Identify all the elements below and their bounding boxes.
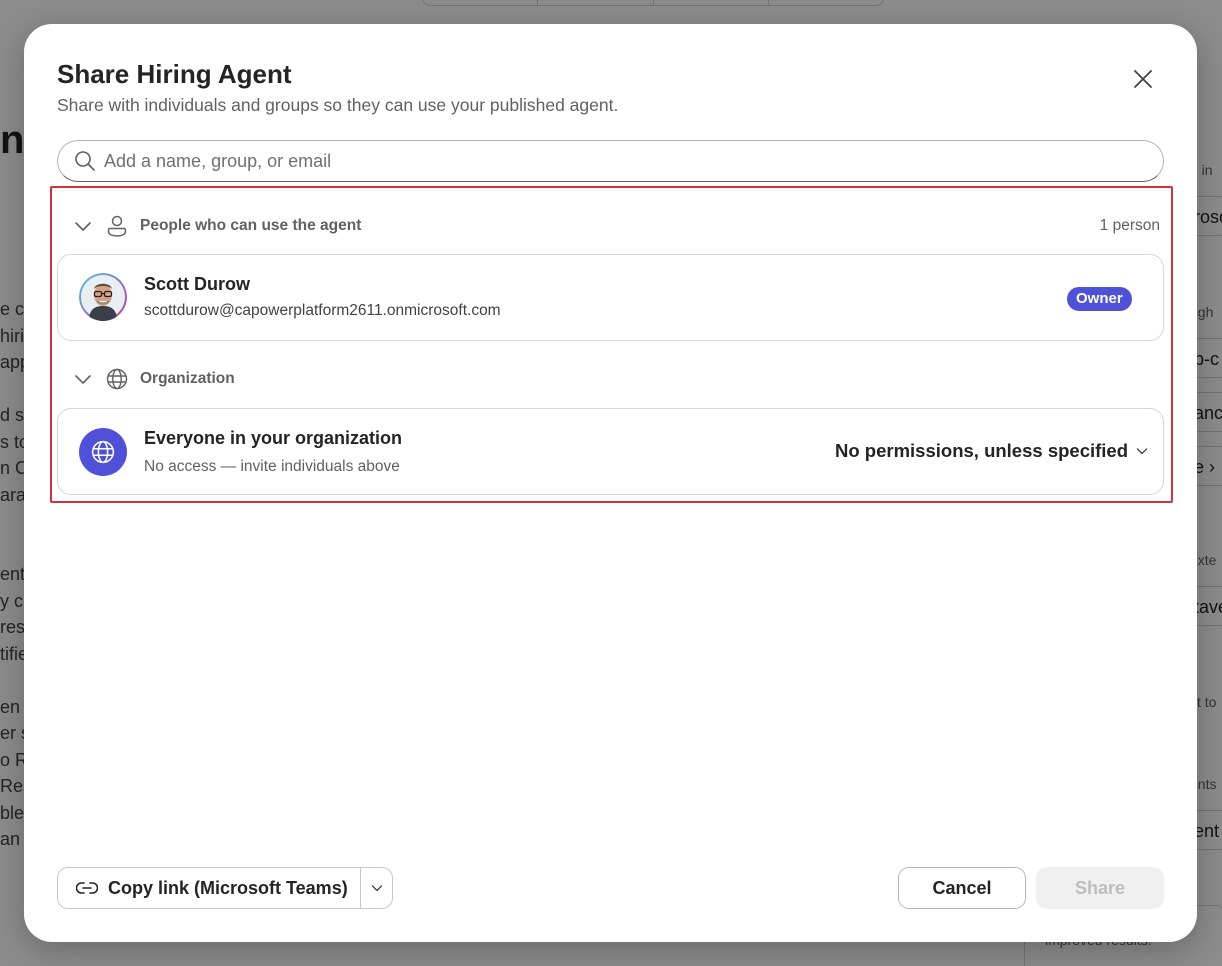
dialog-subtitle: Share with individuals and groups so the… [57,95,619,115]
user-email: scottdurow@capowerplatform2611.onmicroso… [144,302,501,319]
search-field[interactable] [57,140,1164,182]
organization-name: Everyone in your organization [144,428,403,448]
chevron-down-icon [371,885,382,892]
share-dialog: Share Hiring Agent Share with individual… [24,24,1197,942]
dialog-title: Share Hiring Agent [57,59,292,89]
copy-link-split-button: Copy link (Microsoft Teams) [57,867,393,909]
link-icon [76,882,98,894]
globe-icon [106,368,128,390]
people-count: 1 person [1099,217,1160,234]
organization-section-header: Organization [72,367,1160,391]
close-button[interactable] [1130,66,1156,92]
globe-icon [79,428,127,476]
organization-card: Everyone in your organization No access … [57,408,1164,495]
chevron-down-icon [1136,444,1150,458]
search-icon [75,151,95,171]
people-section-header: People who can use the agent 1 person [72,214,1160,238]
user-card: Scott Durow scottdurow@capowerplatform26… [57,254,1164,341]
close-icon [1134,70,1152,88]
chevron-down-icon [75,375,91,384]
permission-value: No permissions, unless specified [835,440,1129,461]
people-section-label: People who can use the agent [140,217,362,234]
avatar [79,273,127,321]
organization-section-label: Organization [140,370,235,387]
owner-badge: Owner [1067,287,1132,311]
copy-link-label: Copy link (Microsoft Teams) [108,877,348,898]
collapse-organization-toggle[interactable] [72,368,94,390]
share-button[interactable]: Share [1036,867,1164,909]
organization-description: No access — invite individuals above [144,458,400,475]
cancel-button[interactable]: Cancel [898,867,1026,909]
chevron-down-icon [75,222,91,231]
search-input[interactable] [104,150,1104,172]
collapse-people-toggle[interactable] [72,215,94,237]
copy-link-button[interactable]: Copy link (Microsoft Teams) [58,868,361,908]
person-icon [106,215,128,237]
copy-link-options-button[interactable] [361,868,392,908]
permission-dropdown[interactable]: No permissions, unless specified [835,440,1150,462]
user-name: Scott Durow [144,274,250,294]
